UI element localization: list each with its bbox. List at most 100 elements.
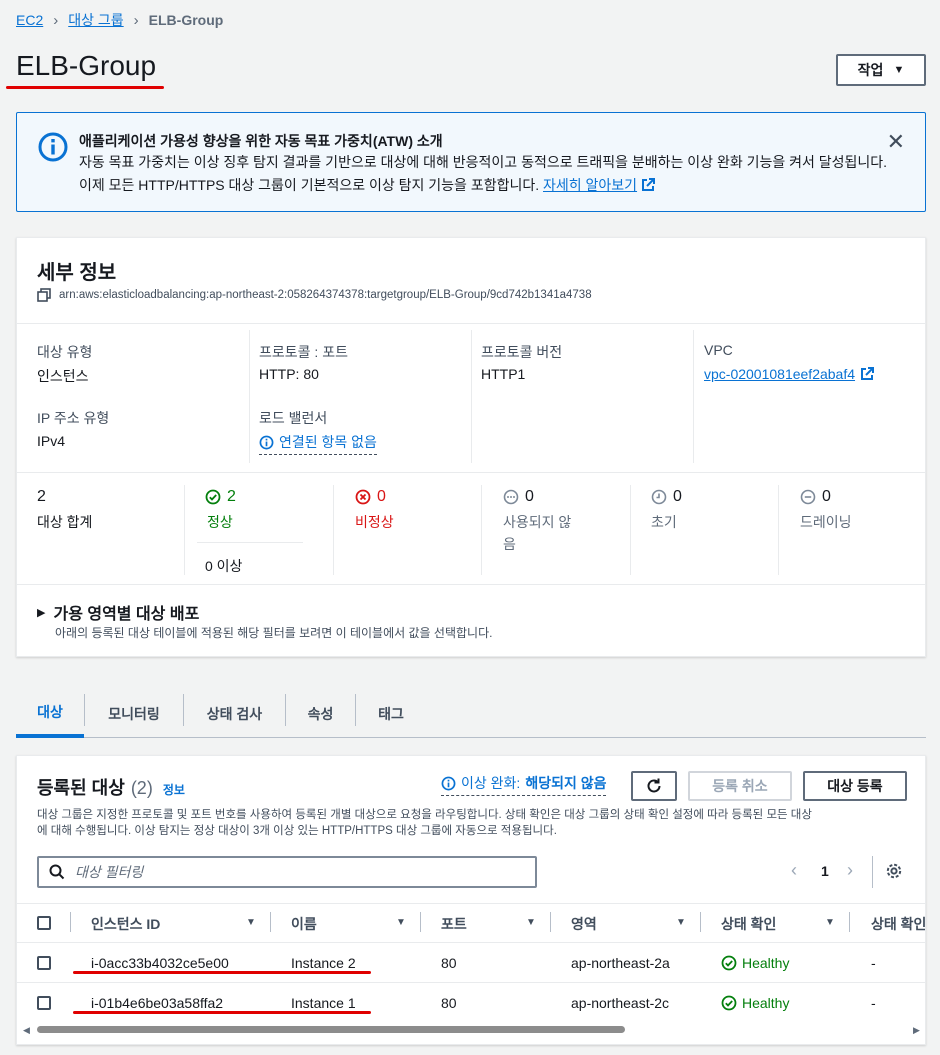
annotation-underline	[73, 1011, 371, 1014]
info-link[interactable]: 정보	[163, 781, 185, 798]
unused-count: 0	[503, 488, 534, 506]
divider	[17, 472, 925, 473]
healthy-label: 정상	[207, 514, 233, 530]
select-all-checkbox[interactable]	[37, 916, 51, 930]
instance-id-link[interactable]: i-01b4e6be03a58ffa2	[91, 995, 223, 1011]
banner-text: 자동 목표 가중치는 이상 징후 탐지 결과를 기반으로 대상에 대해 반응적이…	[79, 151, 889, 197]
column-divider	[184, 485, 185, 575]
deregister-button[interactable]: 등록 취소	[688, 771, 792, 801]
az-distribution-toggle[interactable]: ▶ 가용 영역별 대상 배포	[37, 600, 199, 624]
minus-circle-icon	[800, 489, 816, 505]
total-label: 대상 합계	[37, 514, 93, 530]
target-type-label: 대상 유형	[37, 344, 93, 360]
breadcrumb-ec2-link[interactable]: EC2	[16, 12, 43, 28]
unhealthy-label: 비정상	[355, 514, 394, 530]
protocol-version-label: 프로토콜 버전	[481, 344, 563, 360]
column-divider	[270, 912, 271, 932]
chevron-right-icon[interactable]: ›	[847, 860, 853, 881]
sort-icon[interactable]: ▼	[246, 917, 256, 928]
column-divider	[481, 485, 482, 575]
breadcrumb-current: ELB-Group	[148, 12, 224, 28]
unhealthy-value: 0	[377, 488, 386, 505]
unused-value: 0	[525, 488, 534, 505]
ip-type-value: IPv4	[37, 433, 66, 449]
row-checkbox[interactable]	[37, 996, 51, 1010]
details-heading: 세부 정보	[37, 262, 117, 284]
column-zone[interactable]: 영역	[571, 914, 597, 934]
caret-down-icon: ▼	[893, 64, 905, 76]
column-divider	[333, 485, 334, 575]
divider	[17, 584, 925, 585]
tab-monitoring[interactable]: 모니터링	[85, 690, 183, 738]
close-icon[interactable]: ✕	[887, 129, 905, 155]
breadcrumb: EC2 › 대상 그룹 › ELB-Group	[16, 10, 223, 30]
column-divider	[693, 330, 694, 463]
scroll-right-icon[interactable]: ▶	[913, 1025, 920, 1036]
learn-more-link[interactable]: 자세히 알아보기	[543, 177, 637, 193]
zone: ap-northeast-2c	[571, 995, 670, 1011]
healthy-count: 2	[205, 488, 236, 506]
total-count: 2	[37, 488, 46, 506]
column-divider	[849, 912, 850, 932]
arn-row: arn:aws:elasticloadbalancing:ap-northeas…	[37, 288, 592, 302]
horizontal-scrollbar-thumb[interactable]	[37, 1026, 625, 1033]
load-balancer-value[interactable]: 연결된 항목 없음	[259, 432, 377, 455]
breadcrumb-target-groups-link[interactable]: 대상 그룹	[68, 10, 123, 30]
health-details: -	[871, 995, 876, 1011]
column-port[interactable]: 포트	[441, 914, 467, 934]
registered-targets-card: 등록된 대상 (2) 정보 이상 완화: 해당되지 않음 등록 취소 대상 등록…	[16, 755, 926, 1045]
mitigation-value: 해당되지 않음	[525, 775, 607, 791]
column-divider	[70, 912, 71, 932]
actions-dropdown-button[interactable]: 작업 ▼	[836, 54, 926, 86]
chevron-left-icon[interactable]: ‹	[791, 860, 797, 881]
targets-desc-line1: 대상 그룹은 지정한 프로토콜 및 포트 번호를 사용하여 등록된 개별 대상으…	[37, 809, 812, 821]
instance-id-link[interactable]: i-0acc33b4032ce5e00	[91, 955, 229, 971]
column-divider	[249, 330, 250, 463]
port: 80	[441, 995, 457, 1011]
refresh-icon	[647, 778, 661, 793]
column-divider	[420, 912, 421, 932]
copy-icon[interactable]	[37, 288, 51, 302]
row-checkbox[interactable]	[37, 956, 51, 970]
ellipsis-circle-icon	[503, 489, 519, 505]
filter-placeholder: 대상 필터링	[75, 864, 144, 880]
learn-more-label: 자세히 알아보기	[543, 177, 638, 193]
register-targets-button[interactable]: 대상 등록	[803, 771, 907, 801]
sort-icon[interactable]: ▼	[676, 917, 686, 928]
tab-tags[interactable]: 태그	[356, 690, 426, 738]
tab-attributes[interactable]: 속성	[286, 690, 355, 738]
anomaly-mitigation-status[interactable]: 이상 완화: 해당되지 않음	[441, 773, 607, 796]
sort-icon[interactable]: ▼	[526, 917, 536, 928]
column-health-status[interactable]: 상태 확인	[721, 914, 776, 934]
protocol-version-value: HTTP1	[481, 366, 526, 382]
divider	[872, 856, 873, 888]
tab-targets[interactable]: 대상	[16, 690, 84, 738]
banner-body: 자동 목표 가중치는 이상 징후 탐지 결과를 기반으로 대상에 대해 반응적이…	[79, 154, 888, 193]
page-title: ELB-Group	[16, 50, 157, 81]
instance-name: Instance 1	[291, 995, 356, 1011]
sort-icon[interactable]: ▼	[396, 917, 406, 928]
tab-health-checks[interactable]: 상태 검사	[184, 690, 285, 738]
check-circle-icon	[721, 955, 737, 971]
sort-icon[interactable]: ▼	[825, 917, 835, 928]
check-circle-icon	[721, 995, 737, 1011]
annotation-underline	[73, 971, 371, 974]
column-divider	[471, 330, 472, 463]
targets-title: 등록된 대상	[37, 778, 125, 798]
column-health-details[interactable]: 상태 확인	[871, 914, 925, 934]
health-status: Healthy	[721, 955, 789, 971]
health-details: -	[871, 955, 876, 971]
filter-input[interactable]: 대상 필터링	[37, 856, 537, 888]
column-name[interactable]: 이름	[291, 914, 317, 934]
scroll-left-icon[interactable]: ◀	[23, 1025, 30, 1036]
page-number[interactable]: 1	[821, 863, 829, 879]
initial-value: 0	[673, 488, 682, 505]
annotation-underline	[6, 86, 164, 89]
actions-label: 작업	[857, 62, 884, 78]
refresh-button[interactable]	[631, 771, 677, 801]
vpc-link[interactable]: vpc-02001081eef2abaf4	[704, 366, 875, 382]
column-instance-id[interactable]: 인스턴스 ID	[91, 914, 160, 934]
divider	[17, 982, 925, 983]
target-type-value: 인스턴스	[37, 368, 89, 384]
gear-icon[interactable]	[885, 862, 903, 880]
